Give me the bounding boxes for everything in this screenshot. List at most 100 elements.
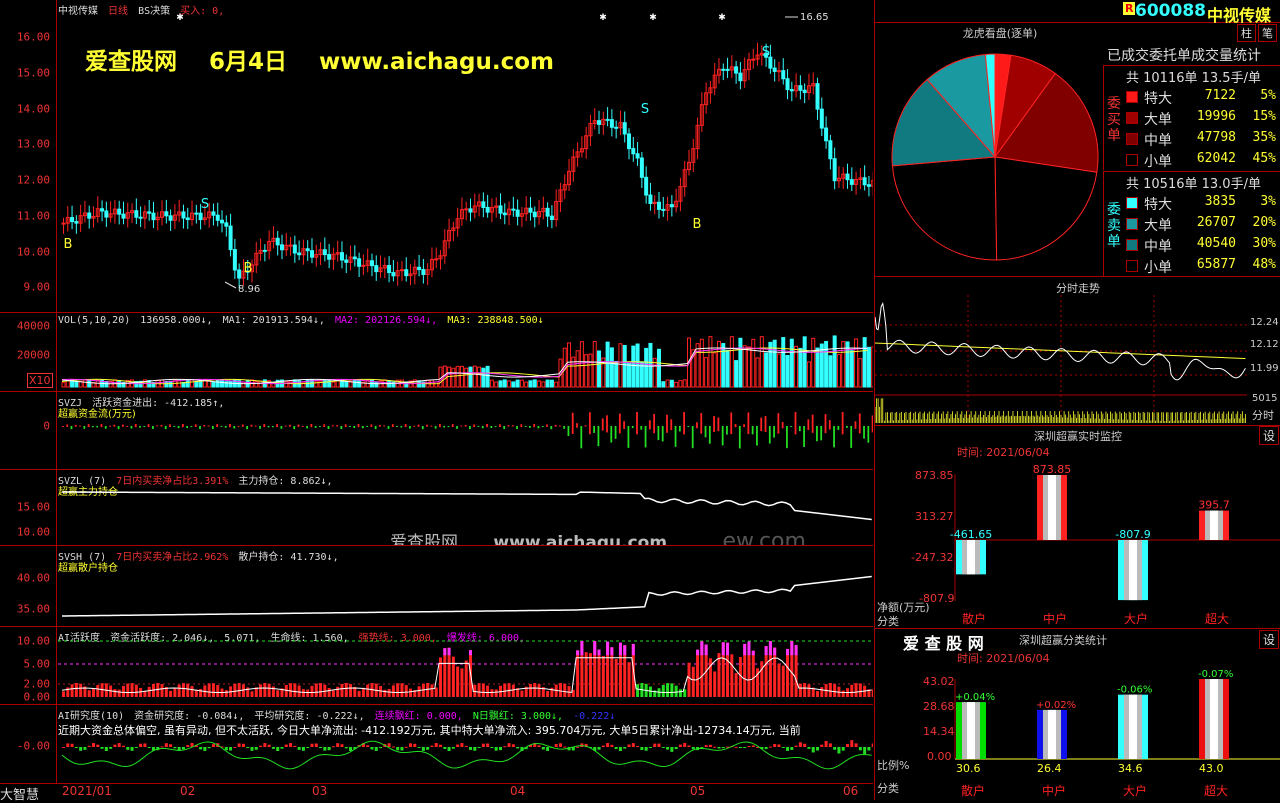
volume-bar bbox=[417, 380, 422, 388]
research-bar bbox=[717, 747, 721, 749]
candle-body bbox=[661, 208, 666, 211]
count-mode-button[interactable]: 笔 bbox=[1258, 24, 1277, 42]
volume-bar bbox=[764, 352, 769, 388]
candlestick-chart[interactable]: 16.65 8.96 ✱ ✱ ✱ ✱ B B S S B S bbox=[0, 0, 873, 312]
sell-row: 特大 3835 3% bbox=[1126, 194, 1278, 213]
fund-flow-bar bbox=[627, 426, 630, 448]
candle-body bbox=[772, 67, 777, 72]
research-bar bbox=[74, 747, 78, 748]
intraday-panel[interactable]: 分时走势 12.24 12.12 11.99 5015 分时 bbox=[874, 277, 1280, 426]
research-bar bbox=[751, 745, 755, 747]
activity-bar bbox=[520, 690, 524, 697]
volume-bar bbox=[241, 381, 246, 388]
ai-active-pane[interactable]: 10.00 5.00 2.00 0.00 AI活跃度 资金活跃度: 2.046↓… bbox=[0, 627, 873, 705]
fund-flow-bar bbox=[854, 421, 857, 429]
buy-row: 小单 62042 45% bbox=[1126, 151, 1278, 170]
volume-bar bbox=[532, 379, 537, 388]
volume-bar bbox=[284, 381, 289, 388]
fund-flow-bar bbox=[683, 412, 686, 435]
volume-bar bbox=[751, 338, 756, 388]
candle-body bbox=[721, 68, 726, 71]
activity-bar bbox=[798, 683, 802, 697]
research-bar bbox=[790, 747, 794, 750]
fund-flow-bar bbox=[747, 412, 750, 435]
research-bar bbox=[229, 747, 233, 751]
research-bar bbox=[293, 745, 297, 747]
research-bar bbox=[576, 746, 580, 748]
stock-title-bar: R 600088 中视传媒 bbox=[874, 0, 1280, 25]
research-bar bbox=[601, 745, 605, 747]
candle-body bbox=[421, 269, 426, 275]
dragon-tiger-panel[interactable]: 龙虎看盘(逐单) 柱 笔 已成交委托单成交量统计 共 10116单 13.5手/… bbox=[874, 23, 1280, 277]
research-bar bbox=[653, 743, 657, 747]
volume-bar bbox=[682, 379, 687, 388]
activity-bar bbox=[533, 683, 537, 697]
fund-flow-bar bbox=[734, 424, 737, 428]
research-bar bbox=[678, 744, 682, 747]
realtime-monitor-panel[interactable]: 深圳超赢实时监控 设 时间: 2021/06/04 873.85 313.27 … bbox=[874, 426, 1280, 629]
svzl-pane[interactable]: 15.00 10.00 SVZL (7) 7日内买卖净占比3.391% 主力持仓… bbox=[0, 470, 873, 546]
activity-peak bbox=[743, 643, 747, 656]
research-bar bbox=[494, 747, 498, 751]
volume-bar bbox=[344, 381, 349, 388]
candle-body bbox=[87, 212, 92, 219]
research-bar bbox=[271, 747, 275, 749]
activity-bar bbox=[199, 688, 203, 697]
research-bar bbox=[143, 743, 147, 747]
research-bar bbox=[387, 743, 391, 747]
price-pane[interactable]: 16.00 15.00 14.00 13.00 12.00 11.00 10.00 9.00 … bbox=[0, 0, 873, 313]
research-bar bbox=[648, 747, 652, 748]
bar-mode-button[interactable]: 柱 bbox=[1237, 24, 1256, 42]
ai-research-pane[interactable]: -0.00 AI研究度(10) 资金研究度: -0.084↓, 平均研究度: -… bbox=[0, 705, 873, 784]
fund-flow-bar bbox=[74, 424, 77, 427]
fund-flow-bar bbox=[726, 426, 728, 435]
research-bar bbox=[349, 747, 353, 751]
volume-bar bbox=[549, 379, 554, 388]
activity-peak bbox=[623, 645, 627, 656]
activity-bar bbox=[387, 688, 391, 697]
fund-flow-bar bbox=[546, 424, 548, 427]
research-bar bbox=[83, 747, 87, 750]
fund-flow-bar bbox=[721, 426, 724, 446]
volume-bar bbox=[845, 341, 850, 388]
volume-pie-chart bbox=[891, 53, 1099, 261]
volume-bar bbox=[455, 365, 460, 388]
activity-peak bbox=[469, 650, 472, 656]
date-label: 06 bbox=[843, 784, 859, 798]
volume-bar bbox=[618, 343, 623, 388]
volume-bar bbox=[374, 381, 379, 388]
legend-count: 62042 bbox=[1196, 151, 1236, 166]
activity-bar bbox=[777, 663, 781, 697]
research-bar bbox=[683, 742, 687, 747]
stats-chart: +0.04% 30.6 散户 +0.02% 26.4 中户 -0.06% 34.6 大户 -0.0… bbox=[954, 669, 1280, 798]
research-bar bbox=[850, 740, 854, 747]
fund-flow-bar bbox=[409, 426, 411, 429]
activity-peak bbox=[696, 649, 700, 656]
category-stats-panel[interactable]: 爱 查 股 网 深圳超赢分类统计 设 时间: 2021/06/04 43.02 … bbox=[874, 629, 1280, 800]
fund-flow-bar bbox=[640, 426, 643, 430]
research-bar bbox=[434, 743, 438, 747]
candle-body bbox=[361, 264, 366, 267]
research-bar bbox=[207, 747, 211, 749]
research-bar bbox=[327, 747, 331, 751]
ai-research-chart bbox=[61, 740, 873, 770]
svsh-pane[interactable]: 40.00 35.00 SVSH (7) 7日内买卖净占比2.962% 散户持仓… bbox=[0, 546, 873, 627]
fund-flow-bar bbox=[798, 426, 801, 432]
fund-flow-bar bbox=[357, 424, 360, 428]
volume-bar bbox=[819, 343, 824, 388]
svzj-pane[interactable]: 0 SVZJ 活跃资金进出: -412.185↑, 超赢资金流(万元) bbox=[0, 392, 873, 470]
volume-pane[interactable]: 40000 20000 X10 VOL(5,10,20) 136958.000↓… bbox=[0, 313, 873, 392]
fund-flow-bar bbox=[584, 425, 587, 427]
research-bar bbox=[803, 743, 807, 747]
fund-flow-bar bbox=[113, 424, 116, 427]
candle-body bbox=[468, 208, 473, 213]
candle-body bbox=[819, 108, 824, 129]
fund-flow-bar bbox=[216, 424, 219, 428]
volume-bar bbox=[511, 381, 516, 388]
activity-bar bbox=[807, 684, 811, 697]
research-bar bbox=[250, 747, 254, 751]
panel-title: 龙虎看盘(逐单) bbox=[962, 27, 1038, 40]
research-bar bbox=[456, 744, 460, 747]
monitor-bar-highlight bbox=[1048, 475, 1056, 540]
research-bar bbox=[610, 744, 614, 747]
